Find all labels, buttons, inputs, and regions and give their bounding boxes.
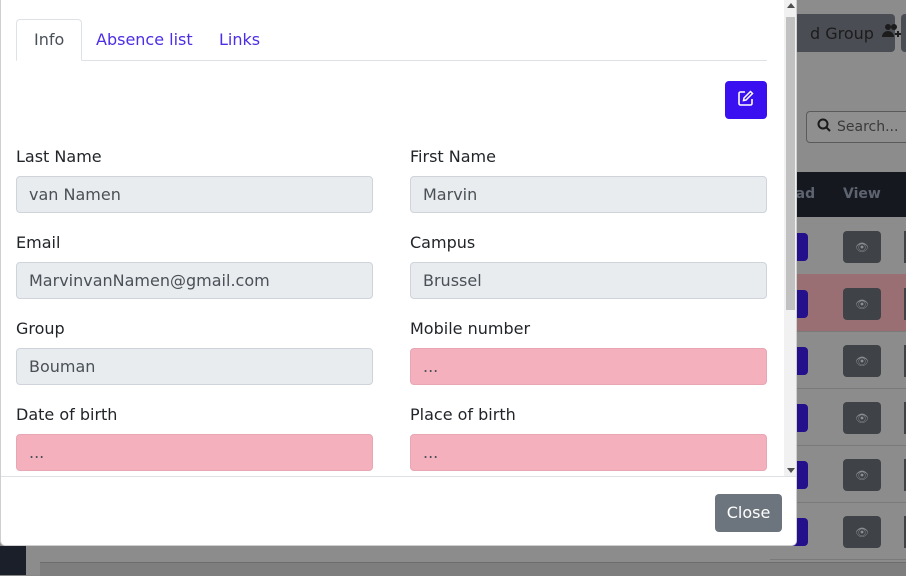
group-field[interactable]: Bouman [16, 348, 373, 385]
view-button[interactable]: 👁 [843, 459, 881, 491]
eye-icon: 👁 [855, 468, 869, 482]
scrollbar-thumb[interactable] [786, 17, 795, 310]
eye-icon: 👁 [855, 411, 869, 425]
last-name-label: Last Name [16, 147, 102, 166]
campus-field[interactable]: Brussel [410, 262, 767, 299]
last-name-field[interactable]: van Namen [16, 176, 373, 213]
email-field[interactable]: MarvinvanNamen@gmail.com [16, 262, 373, 299]
place-of-birth-field[interactable]: ... [410, 434, 767, 471]
background-button[interactable] [901, 14, 906, 52]
add-group-label: d Group [810, 23, 874, 43]
modal-tabs: Info Absence list Links [16, 19, 767, 61]
date-of-birth-label: Date of birth [16, 405, 118, 424]
search-input[interactable]: Search... [837, 119, 898, 135]
tab-links[interactable]: Links [202, 19, 277, 60]
first-name-label: First Name [410, 147, 496, 166]
tab-absence-list[interactable]: Absence list [79, 19, 210, 60]
scroll-down-arrow-icon[interactable] [787, 468, 795, 473]
search-icon [817, 118, 831, 136]
add-group-button[interactable]: d Group [790, 14, 901, 52]
mobile-number-field[interactable]: ... [410, 348, 767, 385]
view-button[interactable]: 👁 [843, 516, 881, 548]
date-of-birth-field[interactable]: ... [16, 434, 373, 471]
modal-body: Info Absence list Links Last Name van Na… [1, 0, 784, 476]
close-button[interactable]: Close [715, 494, 782, 532]
edit-button[interactable] [725, 81, 767, 119]
place-of-birth-label: Place of birth [410, 405, 516, 424]
scroll-up-arrow-icon[interactable] [787, 3, 795, 8]
group-label: Group [16, 319, 65, 338]
search-box[interactable]: Search... [806, 111, 906, 143]
view-button[interactable]: 👁 [843, 345, 881, 377]
campus-label: Campus [410, 233, 476, 252]
table-header-view: View [843, 186, 881, 202]
modal-scrollbar[interactable] [784, 0, 796, 477]
view-button[interactable]: 👁 [843, 402, 881, 434]
eye-icon: 👁 [855, 525, 869, 539]
mobile-number-label: Mobile number [410, 319, 531, 338]
edit-icon [738, 90, 754, 110]
eye-icon: 👁 [855, 354, 869, 368]
background-sidebar [0, 546, 26, 575]
users-plus-icon [881, 23, 902, 43]
student-info-modal: Info Absence list Links Last Name van Na… [0, 0, 797, 546]
view-button[interactable]: 👁 [843, 288, 881, 320]
table-row [40, 562, 906, 576]
view-button[interactable]: 👁 [843, 231, 881, 263]
tab-info[interactable]: Info [16, 19, 83, 61]
modal-footer: Close [1, 476, 796, 545]
first-name-field[interactable]: Marvin [410, 176, 767, 213]
email-label: Email [16, 233, 61, 252]
eye-icon: 👁 [855, 240, 869, 254]
eye-icon: 👁 [855, 297, 869, 311]
